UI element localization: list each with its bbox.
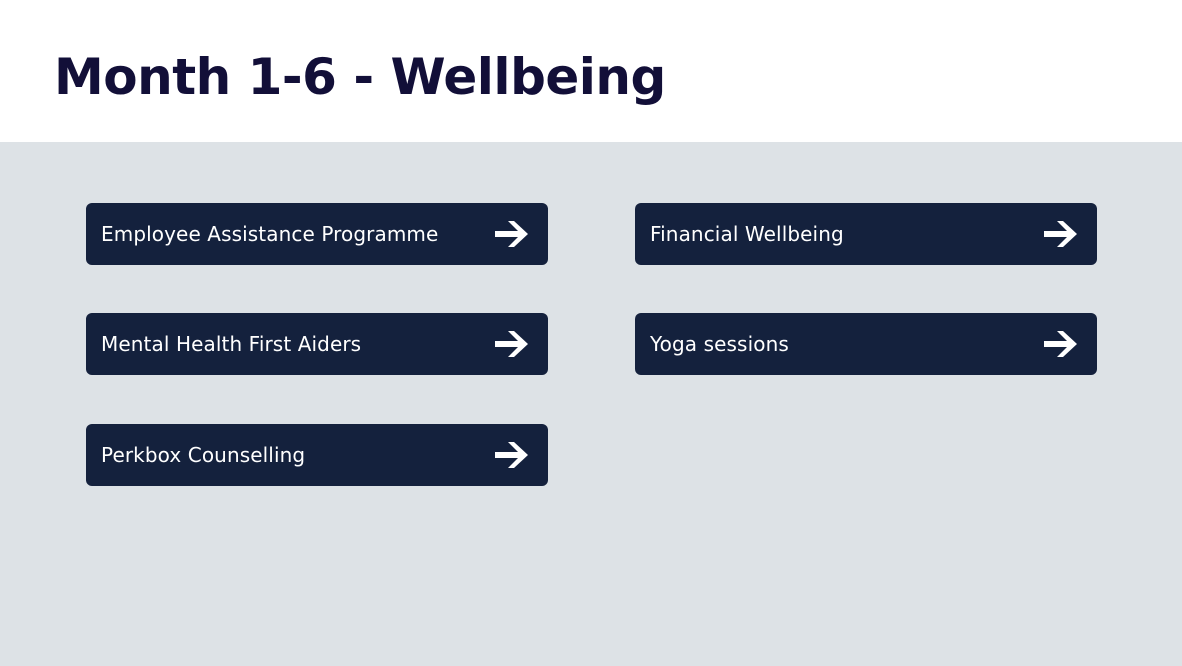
card-label: Mental Health First Aiders — [101, 332, 362, 356]
employee-assistance-programme-button[interactable]: Employee Assistance Programme — [86, 203, 548, 265]
perkbox-counselling-button[interactable]: Perkbox Counselling — [86, 424, 548, 486]
card-label: Perkbox Counselling — [101, 443, 306, 467]
arrow-right-icon — [1041, 326, 1085, 362]
page-title: Month 1-6 - Wellbeing — [54, 48, 666, 106]
links-panel: Employee Assistance Programme Financial … — [0, 142, 1182, 666]
mental-health-first-aiders-button[interactable]: Mental Health First Aiders — [86, 313, 548, 375]
card-label: Employee Assistance Programme — [101, 222, 439, 246]
financial-wellbeing-button[interactable]: Financial Wellbeing — [635, 203, 1097, 265]
yoga-sessions-button[interactable]: Yoga sessions — [635, 313, 1097, 375]
arrow-right-icon — [1041, 216, 1085, 252]
arrow-right-icon — [492, 326, 536, 362]
slide-header: Month 1-6 - Wellbeing — [0, 0, 1182, 142]
arrow-right-icon — [492, 437, 536, 473]
card-label: Financial Wellbeing — [650, 222, 844, 246]
arrow-right-icon — [492, 216, 536, 252]
card-label: Yoga sessions — [650, 332, 789, 356]
